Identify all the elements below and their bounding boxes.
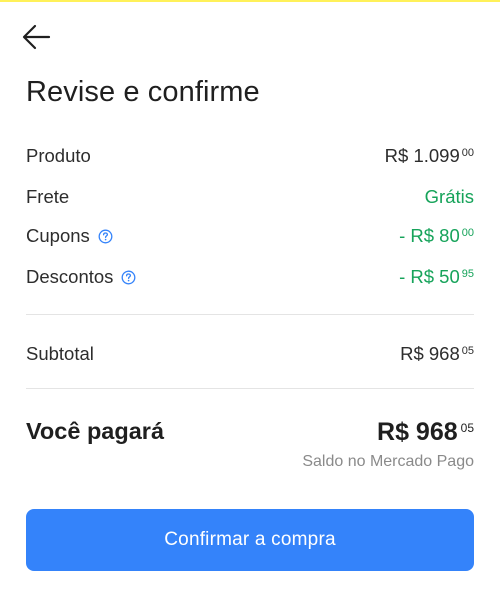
back-button[interactable] [20,22,54,52]
summary-row-discounts: Descontos - R$ 50 95 [26,266,474,288]
divider [26,388,474,389]
summary-row-coupons: Cupons - R$ 80 00 [26,225,474,247]
subtotal-amount-cents: 05 [461,345,474,357]
discounts-amount-value: - R$ 50 [399,266,460,287]
subtotal-amount-value: R$ 968 [400,343,460,364]
shipping-label: Frete [26,186,70,207]
product-amount-cents: 00 [461,147,474,159]
total-amount-value: R$ 968 [377,418,458,446]
help-circle-icon[interactable] [121,270,136,285]
coupons-amount: - R$ 80 00 [399,225,474,247]
discounts-label-group: Descontos [26,266,136,288]
brand-accent-bar [0,0,500,2]
page-title: Revise e confirme [26,76,260,108]
shipping-value: Grátis [424,186,474,207]
arrow-left-icon [22,24,51,50]
confirm-purchase-button[interactable]: Confirmar a compra [26,509,474,571]
summary-row-subtotal: Subtotal R$ 968 05 [26,343,474,365]
summary-row-shipping: Frete Grátis [26,186,474,208]
product-label: Produto [26,145,91,166]
coupons-label: Cupons [26,225,90,246]
product-amount-value: R$ 1.099 [384,145,460,166]
coupons-amount-cents: 00 [461,227,474,239]
product-amount: R$ 1.099 00 [385,145,474,167]
subtotal-label: Subtotal [26,343,94,364]
help-circle-icon[interactable] [98,229,113,244]
divider [26,314,474,315]
summary-row-product: Produto R$ 1.099 00 [26,145,474,167]
coupons-label-group: Cupons [26,225,113,247]
discounts-amount-cents: 95 [461,268,474,280]
discounts-amount: - R$ 50 95 [399,266,474,288]
subtotal-amount: R$ 968 05 [400,343,474,365]
total-label: Você pagará [26,418,165,444]
payment-source: Saldo no Mercado Pago [302,453,474,470]
coupons-amount-value: - R$ 80 [399,225,460,246]
total-row: Você pagará R$ 968 05 [26,418,474,447]
discounts-label: Descontos [26,266,114,287]
total-amount-cents: 05 [460,421,474,435]
total-amount: R$ 968 05 [377,418,474,447]
